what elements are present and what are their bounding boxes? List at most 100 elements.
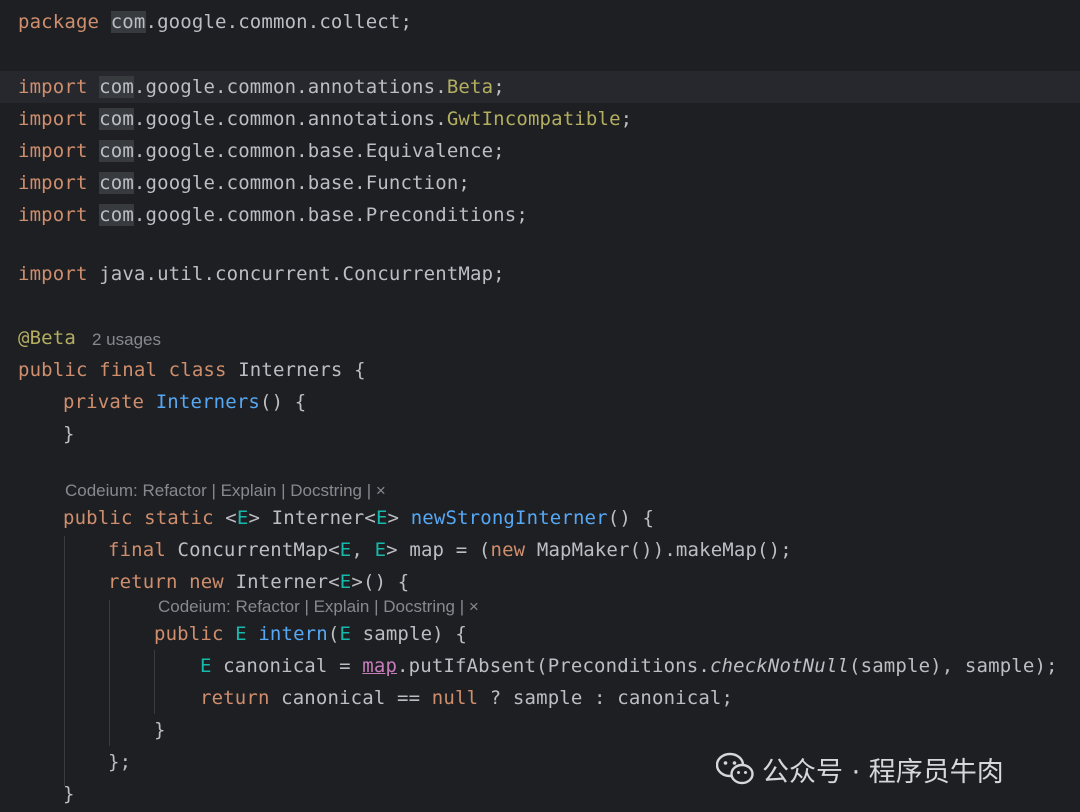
package-segment: com (99, 108, 134, 130)
punctuation: () { (607, 507, 655, 529)
keyword: private (63, 391, 156, 413)
code-line-class-decl[interactable]: public final class Interners { (18, 354, 366, 386)
code-line-constructor[interactable]: private Interners() { (63, 386, 306, 418)
type-name: Interner< (235, 571, 340, 593)
type-param: E (375, 507, 388, 529)
wechat-icon (716, 752, 754, 785)
indent-guide (154, 650, 155, 714)
package-segment: com (110, 11, 146, 33)
code-line-annotation[interactable]: @Beta (18, 322, 76, 354)
variable-decl: canonical = (211, 655, 363, 677)
keyword: public static (63, 507, 226, 529)
expression: canonical == (281, 687, 432, 709)
brace: } (154, 719, 166, 741)
punctuation: >() { (351, 571, 410, 593)
brace: } (63, 423, 75, 445)
keyword: null (431, 687, 479, 709)
expression: (sample), sample); (849, 655, 1058, 677)
type-param: E (339, 571, 352, 593)
code-line-import[interactable]: import com.google.common.base.Preconditi… (18, 199, 528, 231)
code-line-import[interactable]: import com.google.common.annotations.Gwt… (18, 103, 632, 135)
field-reference: map (362, 655, 398, 677)
import-path: .google.common.base.Function; (133, 172, 471, 194)
code-line-method-decl[interactable]: public static <E> Interner<E> newStrongI… (63, 502, 654, 534)
code-line-close-brace[interactable]: } (63, 778, 75, 810)
package-segment: com (99, 140, 134, 162)
code-line-close-brace[interactable]: } (63, 418, 75, 450)
type-param: E (200, 655, 212, 677)
punctuation: ( (327, 623, 340, 645)
annotation-class: Beta (446, 76, 494, 98)
keyword: import (18, 76, 88, 98)
code-line-close-brace[interactable]: } (154, 714, 166, 746)
keyword: final (108, 539, 178, 561)
punctuation: () { (260, 391, 307, 413)
keyword: import (18, 172, 88, 194)
code-line-import[interactable]: import java.util.concurrent.ConcurrentMa… (18, 258, 505, 290)
usages-hint[interactable]: 2 usages (92, 328, 161, 352)
brace: }; (108, 751, 132, 773)
keyword: import (18, 204, 88, 226)
type-name: ConcurrentMap< (177, 539, 340, 561)
method-name: intern (258, 623, 328, 645)
keyword: public final class (18, 359, 239, 381)
code-line-package[interactable]: package com.google.common.collect; (18, 6, 412, 38)
import-path: .google.common.annotations. (133, 76, 447, 98)
type-param: E (339, 623, 352, 645)
expression: ? sample : canonical; (478, 687, 734, 709)
codeium-lens[interactable]: Codeium: Refactor | Explain | Docstring … (158, 595, 479, 619)
keyword: new (490, 539, 526, 561)
code-line-import[interactable]: import com.google.common.base.Equivalenc… (18, 135, 505, 167)
semicolon: ; (493, 76, 505, 98)
code-editor[interactable]: package com.google.common.collect; impor… (0, 0, 1080, 812)
watermark-text: 公众号 · 程序员牛肉 (762, 756, 1004, 788)
code-line-import[interactable]: import com.google.common.base.Function; (18, 167, 470, 199)
keyword: import (18, 140, 88, 162)
annotation: @Beta (18, 327, 76, 349)
expression: .putIfAbsent(Preconditions. (397, 655, 710, 677)
code-line-map-decl[interactable]: final ConcurrentMap<E, E> map = (new Map… (108, 534, 792, 566)
expression: MapMaker()).makeMap(); (525, 539, 792, 561)
punctuation: > (248, 507, 272, 529)
type-param: E (235, 623, 247, 645)
semicolon: ; (620, 108, 633, 130)
assignment: > map = ( (386, 539, 491, 561)
parameter: sample) { (351, 623, 467, 645)
code-line-return-canonical[interactable]: return canonical == null ? sample : cano… (200, 682, 733, 714)
code-line-intern-decl[interactable]: public E intern(E sample) { (154, 618, 467, 650)
brace: } (63, 783, 75, 805)
punctuation: < (225, 507, 237, 529)
punctuation: > (387, 507, 411, 529)
watermark: 公众号 · 程序员牛肉 (716, 749, 1004, 789)
code-line-return-anon[interactable]: return new Interner<E>() { (108, 566, 409, 598)
codeium-lens[interactable]: Codeium: Refactor | Explain | Docstring … (65, 479, 386, 503)
keyword: import (18, 108, 88, 130)
package-segment: com (99, 204, 134, 226)
punctuation: , (351, 539, 375, 561)
package-segment: com (99, 76, 134, 98)
class-name: Interners { (238, 359, 366, 381)
indent-guide (64, 536, 65, 786)
package-segment: com (99, 172, 134, 194)
package-path: .google.common.collect; (145, 11, 413, 33)
keyword: import (18, 263, 88, 285)
keyword: return (108, 571, 190, 593)
keyword: public (154, 623, 236, 645)
code-line-close-anon[interactable]: }; (108, 746, 131, 778)
keyword: package (18, 11, 100, 33)
method-name: newStrongInterner (410, 507, 608, 529)
type-param: E (339, 539, 352, 561)
code-line-canonical[interactable]: E canonical = map.putIfAbsent(Preconditi… (200, 650, 1058, 682)
code-line-import[interactable]: import com.google.common.annotations.Bet… (18, 71, 505, 103)
static-method: checkNotNull (709, 655, 850, 677)
import-path: .google.common.annotations. (133, 108, 447, 130)
keyword: return (200, 687, 282, 709)
type-param: E (374, 539, 387, 561)
annotation-class: GwtIncompatible (446, 108, 621, 130)
constructor-name: Interners (155, 391, 261, 413)
indent-guide (109, 600, 110, 746)
keyword: new (189, 571, 236, 593)
type-param: E (236, 507, 249, 529)
type-name: Interner< (271, 507, 376, 529)
import-path: .google.common.base.Equivalence; (133, 140, 505, 162)
